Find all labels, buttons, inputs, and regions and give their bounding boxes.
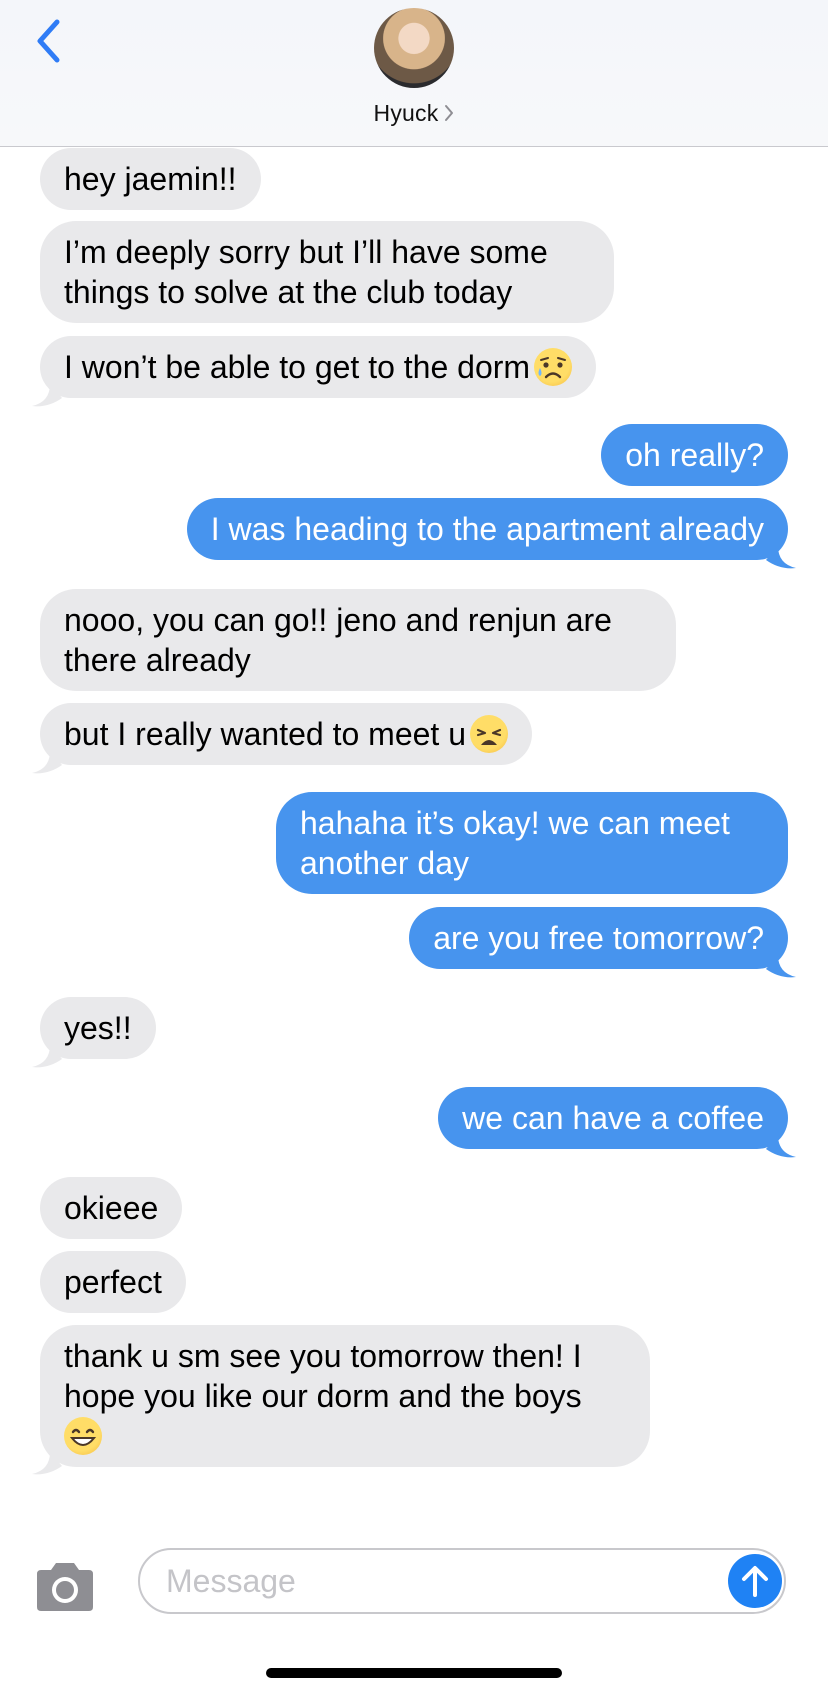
message-text: hey jaemin!! bbox=[64, 161, 237, 197]
grinning-face-emoji bbox=[64, 1417, 102, 1455]
message-text: I was heading to the apartment already bbox=[210, 511, 764, 547]
message-bubble-outgoing[interactable]: I was heading to the apartment already bbox=[186, 498, 788, 560]
bubble-tail bbox=[32, 751, 62, 774]
message-composer bbox=[0, 1540, 828, 1696]
bubble-tail bbox=[766, 1135, 796, 1158]
message-bubble-incoming[interactable]: perfect bbox=[40, 1251, 186, 1313]
message-bubble-outgoing[interactable]: are you free tomorrow? bbox=[409, 907, 788, 969]
message-input[interactable] bbox=[138, 1548, 786, 1614]
message-bubble-incoming[interactable]: I’m deeply sorry but I’ll have some thin… bbox=[40, 221, 614, 323]
message-bubble-outgoing[interactable]: oh really? bbox=[601, 424, 788, 486]
bubble-tail bbox=[32, 1452, 62, 1475]
message-thread: hey jaemin!! I’m deeply sorry but I’ll h… bbox=[0, 0, 828, 1540]
bubble-tail bbox=[766, 955, 796, 978]
sad-relieved-face-emoji bbox=[534, 348, 573, 386]
message-text: we can have a coffee bbox=[462, 1100, 764, 1136]
message-bubble-incoming[interactable]: okieee bbox=[40, 1177, 183, 1239]
arrow-up-icon bbox=[742, 1566, 768, 1597]
message-text: oh really? bbox=[625, 437, 764, 473]
message-text: I’m deeply sorry but I’ll have some thin… bbox=[64, 234, 548, 310]
message-bubble-outgoing[interactable]: we can have a coffee bbox=[438, 1087, 788, 1149]
camera-button[interactable] bbox=[33, 1562, 97, 1612]
bubble-tail bbox=[766, 546, 796, 569]
message-text: nooo, you can go!! jeno and renjun are t… bbox=[64, 602, 612, 678]
message-text: hahaha it’s okay! we can meet another da… bbox=[300, 805, 730, 881]
send-button[interactable] bbox=[728, 1554, 782, 1608]
bubble-tail bbox=[32, 1045, 62, 1068]
weary-face-emoji bbox=[470, 715, 508, 753]
message-text: I won’t be able to get to the dorm bbox=[64, 349, 531, 385]
message-text: are you free tomorrow? bbox=[433, 920, 764, 956]
message-text: thank u sm see you tomorrow then! I hope… bbox=[64, 1338, 582, 1414]
message-bubble-incoming[interactable]: but I really wanted to meet u bbox=[40, 703, 532, 765]
message-text: but I really wanted to meet u bbox=[64, 716, 466, 752]
message-text: okieee bbox=[64, 1190, 159, 1226]
message-bubble-incoming[interactable]: nooo, you can go!! jeno and renjun are t… bbox=[40, 589, 676, 691]
message-text: perfect bbox=[64, 1264, 162, 1300]
message-text: yes!! bbox=[64, 1010, 132, 1046]
home-indicator bbox=[266, 1668, 562, 1678]
bubble-tail bbox=[32, 384, 62, 407]
message-bubble-incoming[interactable]: hey jaemin!! bbox=[40, 148, 261, 210]
message-bubble-outgoing[interactable]: hahaha it’s okay! we can meet another da… bbox=[276, 792, 788, 894]
message-bubble-incoming[interactable]: I won’t be able to get to the dorm bbox=[40, 336, 597, 398]
camera-icon bbox=[37, 1563, 93, 1611]
message-bubble-incoming[interactable]: thank u sm see you tomorrow then! I hope… bbox=[40, 1325, 650, 1467]
